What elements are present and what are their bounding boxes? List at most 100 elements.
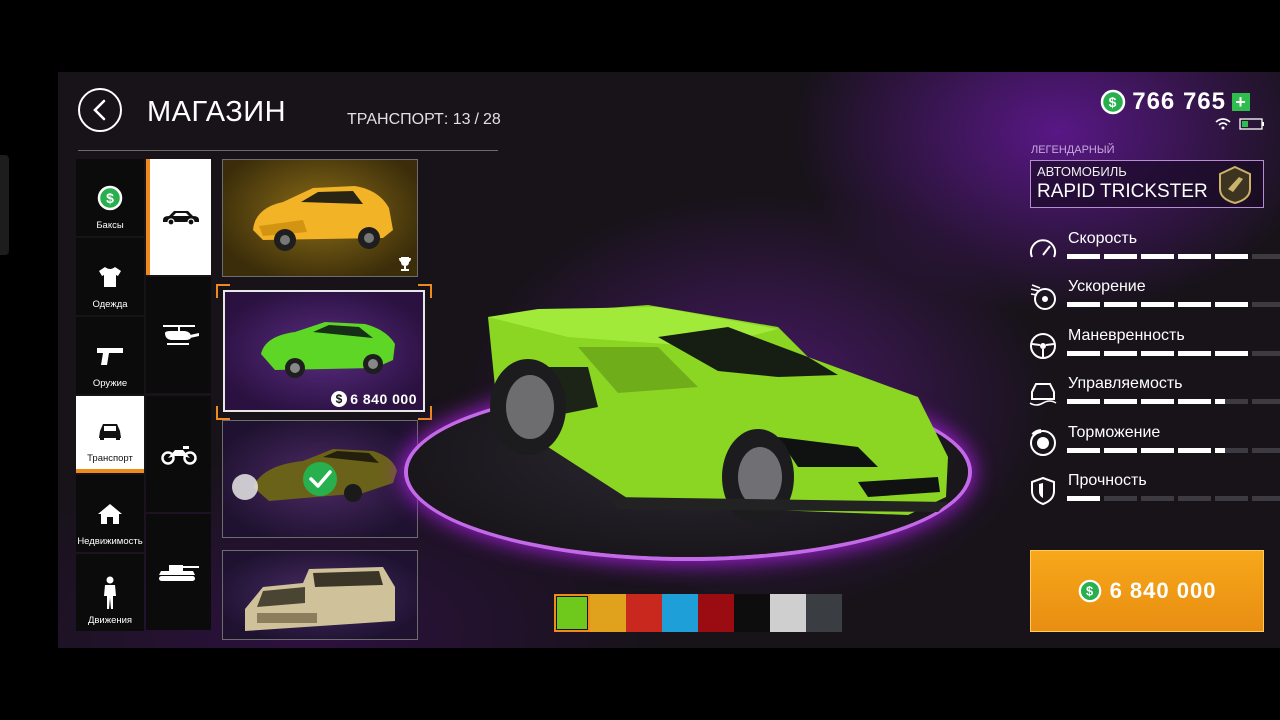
selection-corner [418,284,432,298]
vehicle-counter: ТРАНСПОРТ: 13/28 [347,111,501,129]
stat-bar [1067,496,1280,501]
color-swatch-blue[interactable] [662,594,698,632]
brand-badge-icon [1219,165,1251,205]
stat-label: Скорость [1068,230,1138,247]
category-bucks[interactable]: $ Баксы [76,159,144,236]
stat-segment [1252,496,1280,501]
vehicle-card-armored-truck[interactable] [222,550,418,640]
stat-segment [1104,399,1137,404]
color-swatch-black[interactable] [734,594,770,632]
stat-braking: Торможение [1028,424,1280,464]
person-icon [101,576,119,609]
stat-segment [1067,351,1100,356]
stat-segment [1067,496,1100,501]
stat-segment [1178,448,1211,453]
color-swatch-dark-red[interactable] [698,594,734,632]
green-supercar-model[interactable] [478,297,978,547]
category-clothes[interactable]: Одежда [76,238,144,315]
balance-value: 766 765 [1132,88,1226,115]
buy-button[interactable]: $ 6 840 000 [1030,550,1264,632]
stat-segment [1215,448,1248,453]
stat-label: Управляемость [1068,375,1183,392]
back-button[interactable] [78,88,122,132]
vehicle-price-value: 6 840 000 [350,391,417,407]
stat-segment [1067,254,1100,259]
vehicle-type-sidebar [146,159,212,631]
vehicle-card-green-supercar[interactable]: $ 6 840 000 [223,290,425,412]
vehicle-card-olive-sportscar[interactable] [222,420,418,538]
stat-segment [1252,351,1280,356]
shop-screen: МАГАЗИН ТРАНСПОРТ: 13/28 $ Баксы Одежда … [58,72,1280,648]
stat-bar [1067,302,1280,307]
wifi-icon [1215,118,1231,130]
color-swatch-green[interactable] [554,594,590,632]
counter-current: 13 [452,111,471,128]
category-label: Транспорт [87,453,133,464]
dollar-coin-icon: $ [97,182,123,214]
vehicle-name-box: АВТОМОБИЛЬ RAPID TRICKSTER [1030,160,1264,208]
wallet-balance: $ 766 765 + [1100,88,1250,116]
stat-segment [1252,399,1280,404]
svg-text:$: $ [1086,584,1094,599]
subcategory-tanks[interactable] [146,514,211,630]
steering-wheel-icon [1028,331,1058,361]
stat-segment [1252,448,1280,453]
stat-durability: Прочность [1028,472,1280,512]
car-handling-icon [1028,379,1058,409]
category-moves[interactable]: Движения [76,554,144,631]
category-label: Одежда [92,299,128,310]
stat-segment [1067,302,1100,307]
stat-segment [1067,399,1100,404]
stat-segment [1178,496,1211,501]
stat-bar [1067,399,1280,404]
header-divider [78,150,498,151]
selection-corner [418,406,432,420]
category-real-estate[interactable]: Недвижимость [76,475,144,552]
pistol-icon [95,340,125,372]
color-swatch-silver[interactable] [770,594,806,632]
color-picker [554,594,842,632]
stat-bar [1067,351,1280,356]
category-label: Движения [87,615,133,626]
vehicle-name: RAPID TRICKSTER [1037,181,1208,202]
stat-segment [1215,254,1248,259]
subcategory-motorcycles[interactable] [146,396,211,512]
car-icon [162,211,199,226]
buy-price: 6 840 000 [1109,578,1217,603]
page-title: МАГАЗИН [147,96,287,128]
category-transport[interactable]: Транспорт [76,396,144,473]
counter-label: ТРАНСПОРТ: [347,111,449,128]
color-swatch-gray[interactable] [806,594,842,632]
stat-segment [1215,399,1248,404]
stat-segment [1178,254,1211,259]
car-icon [97,415,123,447]
color-swatch-yellow[interactable] [590,594,626,632]
stat-segment [1104,351,1137,356]
tshirt-icon [97,261,123,293]
stat-segment [1104,254,1137,259]
vehicle-card-yellow-suv[interactable] [222,159,418,277]
subcategory-helicopters[interactable] [146,277,211,393]
stat-speed: Скорость [1028,230,1280,270]
armored-truck-image [245,567,395,631]
stat-segment [1141,496,1174,501]
stat-segment [1178,302,1211,307]
category-weapons[interactable]: Оружие [76,317,144,394]
dollar-coin-icon: $ [1100,89,1126,115]
subcategory-cars[interactable] [146,159,211,275]
battery-icon [1239,118,1264,130]
stat-label: Ускорение [1068,278,1146,295]
add-money-button[interactable]: + [1232,93,1250,111]
stat-segment [1178,351,1211,356]
vehicle-price: $ 6 840 000 [331,391,417,407]
selection-corner [216,406,230,420]
stat-segment [1141,254,1174,259]
counter-total: 28 [482,111,501,128]
stat-handling: Управляемость [1028,375,1280,415]
speedometer-icon [1028,234,1058,264]
svg-text:$: $ [1109,94,1118,110]
dollar-coin-icon: $ [1078,579,1101,603]
vehicle-type: АВТОМОБИЛЬ [1037,164,1127,179]
rarity-label: ЛЕГЕНДАРНЫЙ [1031,144,1115,156]
color-swatch-red[interactable] [626,594,662,632]
